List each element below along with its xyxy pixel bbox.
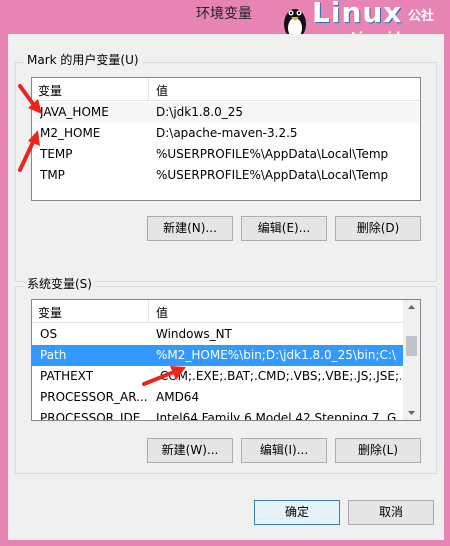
var-name: OS xyxy=(40,327,58,341)
col-header-value[interactable]: 值 xyxy=(156,82,168,99)
system-edit-button[interactable]: 编辑(I)... xyxy=(241,438,327,463)
annotation-arrow-icon xyxy=(18,84,42,114)
table-row[interactable]: PATHEXT .COM;.EXE;.BAT;.CMD;.VBS;.VBE;.J… xyxy=(32,366,403,387)
var-name: Path xyxy=(40,348,67,362)
vertical-scrollbar[interactable] xyxy=(403,300,420,420)
table-row[interactable]: M2_HOME D:\apache-maven-3.2.5 xyxy=(32,123,420,144)
var-value: %M2_HOME%\bin;D:\jdk1.8.0_25\bin;C:\... xyxy=(156,348,396,362)
user-delete-button[interactable]: 删除(D) xyxy=(335,216,421,241)
system-delete-button[interactable]: 删除(L) xyxy=(335,438,421,463)
annotation-arrow-icon xyxy=(18,130,40,172)
watermark-brand-cn: 公社 xyxy=(408,9,435,24)
system-new-button[interactable]: 新建(W)... xyxy=(147,438,233,463)
col-header-variable[interactable]: 变量 xyxy=(38,304,62,321)
var-name: PROCESSOR_AR... xyxy=(40,390,148,404)
system-vars-header: 变量 值 xyxy=(32,300,420,323)
var-value: .COM;.EXE;.BAT;.CMD;.VBS;.VBE;.JS;.JSE;.… xyxy=(156,369,401,383)
cancel-button[interactable]: 取消 xyxy=(348,500,434,525)
table-row[interactable]: JAVA_HOME D:\jdk1.8.0_25 xyxy=(32,102,420,123)
var-value: Windows_NT xyxy=(156,327,232,341)
col-header-value[interactable]: 值 xyxy=(156,304,168,321)
var-name: TEMP xyxy=(40,147,73,161)
var-value: D:\jdk1.8.0_25 xyxy=(156,105,244,119)
var-value: Intel64 Family 6 Model 42 Stepping 7, G.… xyxy=(156,411,401,421)
var-value: %USERPROFILE%\AppData\Local\Temp xyxy=(156,168,389,182)
table-row[interactable]: OS Windows_NT xyxy=(32,324,403,345)
var-value: D:\apache-maven-3.2.5 xyxy=(156,126,298,140)
window-title: 环境变量 xyxy=(196,6,252,22)
table-row[interactable]: PROCESSOR_AR... AMD64 xyxy=(32,387,403,408)
user-vars-label: Mark 的用户变量(U) xyxy=(24,51,142,68)
scroll-up-icon[interactable] xyxy=(403,300,420,314)
user-vars-list[interactable]: 变量 值 JAVA_HOME D:\jdk1.8.0_25 M2_HOME D:… xyxy=(31,77,421,201)
user-vars-header: 变量 值 xyxy=(32,78,420,101)
dialog-body: Mark 的用户变量(U) 变量 值 JAVA_HOME D:\jdk1.8.0… xyxy=(8,34,444,540)
scroll-down-icon[interactable] xyxy=(403,406,420,420)
table-row[interactable]: TEMP %USERPROFILE%\AppData\Local\Temp xyxy=(32,144,420,165)
var-value: AMD64 xyxy=(156,390,200,404)
var-name: M2_HOME xyxy=(40,126,101,140)
annotation-arrow-icon xyxy=(142,366,186,386)
table-row[interactable]: TMP %USERPROFILE%\AppData\Local\Temp xyxy=(32,165,420,186)
var-name: PATHEXT xyxy=(40,369,94,383)
watermark-brand: Linux xyxy=(312,0,403,29)
system-vars-list[interactable]: 变量 值 OS Windows_NT Path %M2_HOME%\bin;D:… xyxy=(31,299,421,421)
table-row[interactable]: PROCESSOR_IDE... Intel64 Family 6 Model … xyxy=(32,408,403,421)
scrollbar-thumb[interactable] xyxy=(406,336,417,356)
table-row-selected[interactable]: Path %M2_HOME%\bin;D:\jdk1.8.0_25\bin;C:… xyxy=(32,345,403,366)
system-vars-label: 系统变量(S) xyxy=(24,275,95,292)
var-name: JAVA_HOME xyxy=(40,105,109,119)
user-new-button[interactable]: 新建(N)... xyxy=(147,216,233,241)
var-value: %USERPROFILE%\AppData\Local\Temp xyxy=(156,147,389,161)
var-name: PROCESSOR_IDE... xyxy=(40,411,152,421)
ok-button[interactable]: 确定 xyxy=(254,500,340,525)
user-edit-button[interactable]: 编辑(E)... xyxy=(241,216,327,241)
